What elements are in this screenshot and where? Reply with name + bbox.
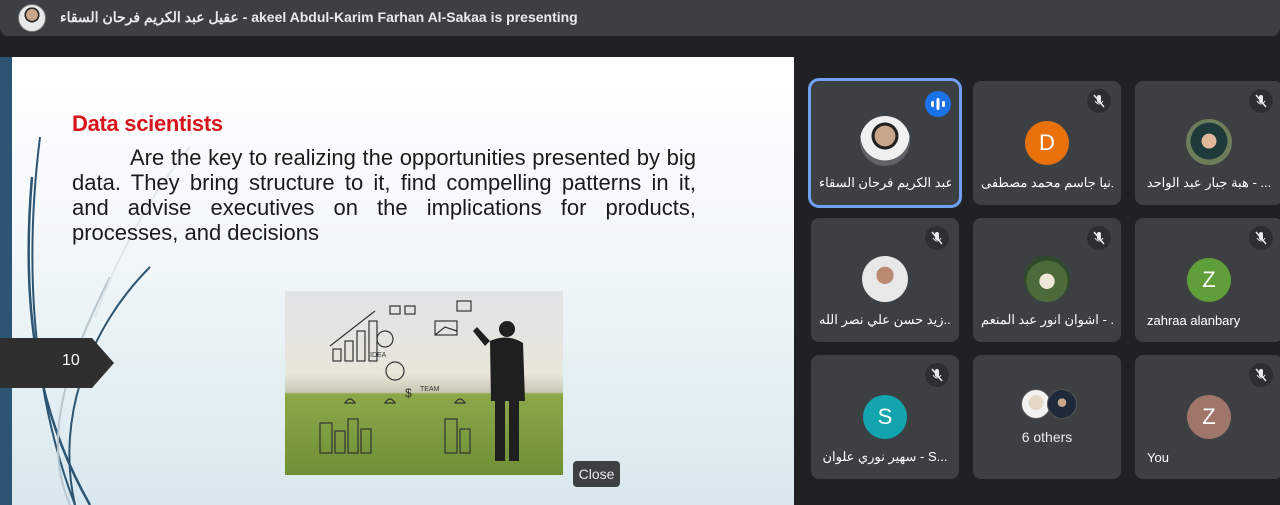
- participant-name: سهير نوري علوان - S...: [822, 449, 948, 464]
- others-count: 6 others: [1021, 429, 1073, 445]
- presenter-avatar: [18, 4, 46, 32]
- participant-tile[interactable]: اشوان انور عبد المنعم - ...: [973, 218, 1121, 342]
- svg-text:TEAM: TEAM: [420, 386, 440, 393]
- businessman-sketch-icon: IDEA TEAM $: [319, 300, 525, 461]
- speaking-indicator-icon: [925, 91, 951, 117]
- others-avatar: [1047, 389, 1077, 419]
- participant-tile[interactable]: زيد حسن علي نصر الله...: [811, 218, 959, 342]
- participant-avatar: [1024, 256, 1070, 302]
- slide-number: 10: [62, 352, 80, 369]
- mic-off-icon: [1249, 226, 1273, 250]
- slide-image: IDEA TEAM $: [285, 291, 563, 475]
- participant-avatar: Z: [1187, 395, 1231, 439]
- participant-avatar: [862, 256, 908, 302]
- participant-name: دنيا جاسم محمد مصطفى...: [981, 175, 1113, 190]
- participant-avatar: [1186, 119, 1232, 165]
- participant-name: اشوان انور عبد المنعم - ...: [981, 312, 1113, 327]
- others-tile[interactable]: 6 others: [973, 355, 1121, 479]
- participant-name: عقيل عبد الكريم فرحان السقاء...: [819, 175, 951, 190]
- participant-avatar: [860, 116, 910, 166]
- mic-off-icon: [1087, 89, 1111, 113]
- participant-tile[interactable]: هبة جبار عبد الواحد - ...: [1135, 81, 1280, 205]
- self-tile[interactable]: Z You: [1135, 355, 1280, 479]
- mic-off-icon: [925, 226, 949, 250]
- participant-name: zahraa alanbary: [1147, 313, 1241, 328]
- mic-off-icon: [1249, 89, 1273, 113]
- svg-text:$: $: [405, 386, 412, 400]
- slide-body-text: Are the key to realizing the opportuniti…: [72, 145, 696, 245]
- participant-name: هبة جبار عبد الواحد - ...: [1146, 175, 1272, 190]
- participant-name: You: [1147, 450, 1169, 465]
- slide: Data scientists Are the key to realizing…: [0, 57, 794, 505]
- mic-off-icon: [1249, 363, 1273, 387]
- participant-avatar: D: [1025, 121, 1069, 165]
- participant-tile[interactable]: Z zahraa alanbary: [1135, 218, 1280, 342]
- svg-text:IDEA: IDEA: [370, 352, 387, 359]
- close-button[interactable]: Close: [573, 461, 620, 487]
- presentation-stage: Data scientists Are the key to realizing…: [0, 52, 795, 505]
- slide-heading: Data scientists: [72, 111, 223, 136]
- slide-number-tag: 10: [0, 338, 114, 388]
- participant-tile[interactable]: D دنيا جاسم محمد مصطفى...: [973, 81, 1121, 205]
- participant-avatar: S: [863, 395, 907, 439]
- participant-avatar: Z: [1187, 258, 1231, 302]
- participant-tile[interactable]: عقيل عبد الكريم فرحان السقاء...: [811, 81, 959, 205]
- participant-tile[interactable]: S سهير نوري علوان - S...: [811, 355, 959, 479]
- mic-off-icon: [1087, 226, 1111, 250]
- presenting-bar: عقيل عبد الكريم فرحان السقاء - akeel Abd…: [0, 0, 1280, 36]
- participant-name: زيد حسن علي نصر الله...: [819, 312, 951, 327]
- presenting-label: عقيل عبد الكريم فرحان السقاء - akeel Abd…: [60, 9, 578, 25]
- mic-off-icon: [925, 363, 949, 387]
